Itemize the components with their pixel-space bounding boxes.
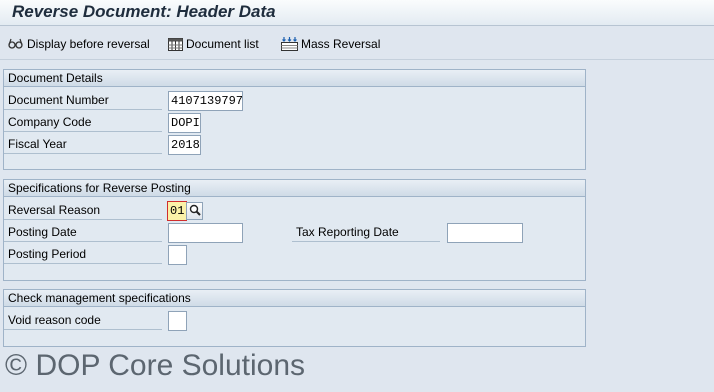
copyright-watermark: © DOP Core Solutions (5, 349, 306, 382)
search-icon (189, 204, 201, 219)
mass-reversal-button[interactable]: Mass Reversal (281, 36, 380, 52)
posting-date-field[interactable] (168, 223, 243, 243)
company-code-label: Company Code (4, 113, 162, 132)
page-title: Reverse Document: Header Data (12, 2, 276, 21)
reversal-reason-field[interactable]: 01 (167, 201, 187, 221)
void-reason-code-field[interactable] (168, 311, 187, 331)
glasses-icon (8, 38, 24, 50)
document-details-title: Document Details (4, 70, 585, 87)
void-reason-code-label: Void reason code (4, 311, 162, 330)
posting-period-field[interactable] (168, 245, 187, 265)
reversal-reason-search-button[interactable] (186, 202, 203, 220)
fiscal-year-label: Fiscal Year (4, 135, 162, 154)
mass-reversal-label: Mass Reversal (301, 37, 381, 51)
title-bar: Reverse Document: Header Data (0, 0, 714, 26)
tax-reporting-date-field[interactable] (447, 223, 523, 243)
document-list-button[interactable]: Document list (168, 36, 259, 52)
reversal-reason-label: Reversal Reason (4, 201, 162, 220)
application-toolbar: Display before reversal Document list Ma… (0, 27, 714, 60)
reverse-posting-title: Specifications for Reverse Posting (4, 180, 585, 197)
list-icon (168, 37, 183, 51)
posting-date-label: Posting Date (4, 223, 162, 242)
posting-period-label: Posting Period (4, 245, 162, 264)
display-before-reversal-label: Display before reversal (27, 37, 150, 51)
mass-reversal-icon (281, 37, 298, 51)
document-number-label: Document Number (4, 91, 162, 110)
document-number-field[interactable]: 4107139797 (168, 91, 243, 111)
company-code-field[interactable]: DOPI (168, 113, 201, 133)
display-before-reversal-button[interactable]: Display before reversal (8, 36, 150, 52)
fiscal-year-field[interactable]: 2018 (168, 135, 201, 155)
document-list-label: Document list (186, 37, 259, 51)
tax-reporting-date-label: Tax Reporting Date (292, 223, 440, 242)
check-management-title: Check management specifications (4, 290, 585, 307)
